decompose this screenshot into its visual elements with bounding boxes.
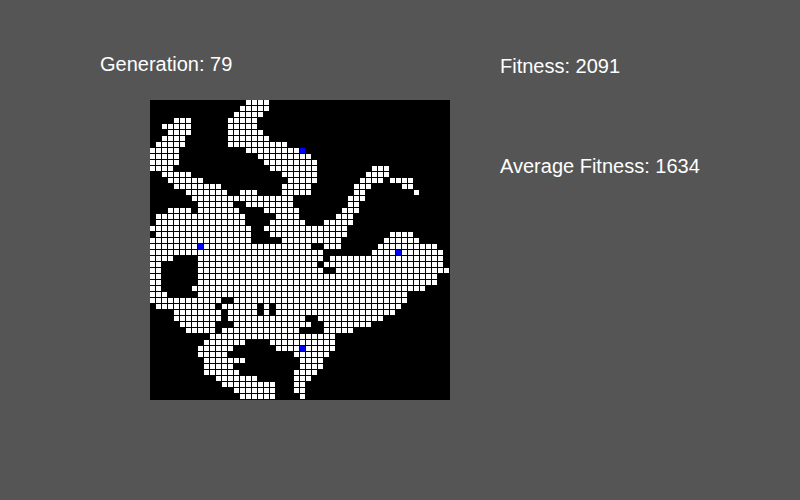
grid xyxy=(150,100,450,400)
left-panel: Generation: 79 xyxy=(0,50,450,400)
app: Generation: 79 Fitness: 2091 Average Fit… xyxy=(0,0,800,400)
generation-label: Generation: 79 xyxy=(100,50,450,100)
